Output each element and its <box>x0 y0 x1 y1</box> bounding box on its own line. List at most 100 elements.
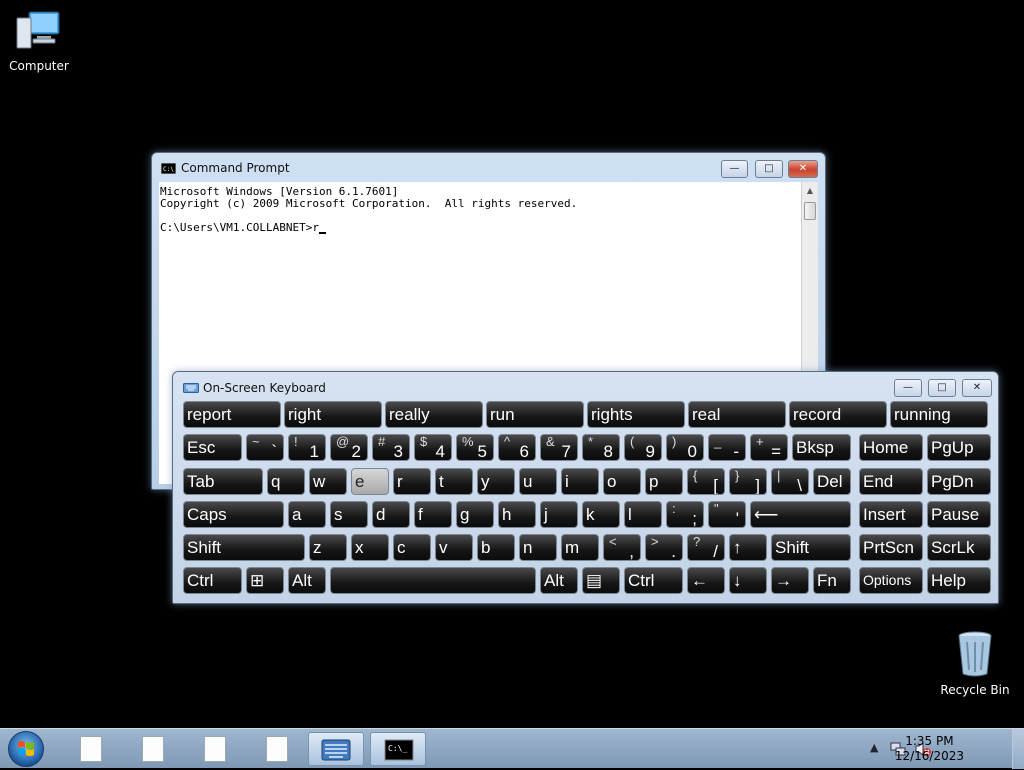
key-symbol[interactable]: ← <box>687 567 725 594</box>
key-f[interactable]: f <box>414 501 452 528</box>
key-scrlk[interactable]: ScrLk <box>927 534 991 561</box>
system-clock[interactable]: 1:35 PM 12/16/2023 <box>895 734 964 764</box>
taskbar-pinned-document-2[interactable] <box>124 732 180 766</box>
key-symbol[interactable]: :; <box>666 501 704 528</box>
key-caps[interactable]: Caps <box>183 501 284 528</box>
key-ctrl[interactable]: Ctrl <box>183 567 242 594</box>
key-1[interactable]: ! 1 <box>288 434 326 461</box>
prediction-running[interactable]: running <box>890 401 988 428</box>
key-symbol[interactable]: >. <box>645 534 683 561</box>
key-symbol[interactable]: | \ <box>771 468 809 495</box>
prediction-report[interactable]: report <box>183 401 281 428</box>
key-tab[interactable]: Tab <box>183 468 263 495</box>
key-symbol[interactable]: ⟵ <box>750 501 851 528</box>
key-alt[interactable]: Alt <box>288 567 326 594</box>
key-space[interactable] <box>330 567 536 594</box>
key-l[interactable]: l <box>624 501 662 528</box>
key-symbol[interactable]: ⊞ <box>246 567 284 594</box>
key-symbol[interactable]: {[ <box>687 468 725 495</box>
taskbar-on-screen-keyboard[interactable] <box>308 732 364 766</box>
key-e[interactable]: e <box>351 468 389 495</box>
close-button[interactable]: ✕ <box>962 379 992 397</box>
key-shift[interactable]: Shift <box>183 534 305 561</box>
key-6[interactable]: ^ 6 <box>498 434 536 461</box>
key-symbol[interactable]: → <box>771 567 809 594</box>
key-q[interactable]: q <box>267 468 305 495</box>
key-r[interactable]: r <box>393 468 431 495</box>
key-m[interactable]: m <box>561 534 599 561</box>
key-symbol[interactable]: ▤ <box>582 567 620 594</box>
key-4[interactable]: $4 <box>414 434 452 461</box>
key-z[interactable]: z <box>309 534 347 561</box>
show-hidden-icons-button[interactable]: ▲ <box>870 741 878 754</box>
close-button[interactable]: ✕ <box>788 160 818 178</box>
maximize-button[interactable]: □ <box>928 379 956 397</box>
key-9[interactable]: (9 <box>624 434 662 461</box>
scroll-thumb[interactable] <box>804 202 816 220</box>
desktop-icon-recycle-bin[interactable]: Recycle Bin <box>940 630 1010 697</box>
key-home[interactable]: Home <box>859 434 923 461</box>
key-n[interactable]: n <box>519 534 557 561</box>
key-symbol[interactable]: <, <box>603 534 641 561</box>
key-pgdn[interactable]: PgDn <box>927 468 991 495</box>
key-pgup[interactable]: PgUp <box>927 434 991 461</box>
key-alt[interactable]: Alt <box>540 567 578 594</box>
minimize-button[interactable]: — <box>721 160 748 178</box>
key-o[interactable]: o <box>603 468 641 495</box>
key-fn[interactable]: Fn <box>813 567 851 594</box>
key-d[interactable]: d <box>372 501 410 528</box>
key-3[interactable]: #3 <box>372 434 410 461</box>
key-0[interactable]: ) 0 <box>666 434 704 461</box>
on-screen-keyboard-window[interactable]: On-Screen Keyboard — □ ✕ report right real… <box>172 371 999 604</box>
key-symbol[interactable]: ? / <box>687 534 725 561</box>
scroll-up-arrow-icon[interactable]: ▲ <box>802 182 818 199</box>
prediction-record[interactable]: record <box>789 401 887 428</box>
key-symbol[interactable]: _ - <box>708 434 746 461</box>
desktop-icon-computer[interactable]: Computer <box>8 10 70 73</box>
key-i[interactable]: i <box>561 468 599 495</box>
key-del[interactable]: Del <box>813 468 851 495</box>
key-s[interactable]: s <box>330 501 368 528</box>
key-esc[interactable]: Esc <box>183 434 242 461</box>
title-bar[interactable]: C:\ Command Prompt — □ ✕ <box>152 153 825 181</box>
key-end[interactable]: End <box>859 468 923 495</box>
prediction-rights[interactable]: rights <box>587 401 685 428</box>
key-p[interactable]: p <box>645 468 683 495</box>
key-symbol[interactable]: + = <box>750 434 788 461</box>
taskbar-pinned-document-3[interactable] <box>186 732 242 766</box>
key-symbol[interactable]: ↓ <box>729 567 767 594</box>
key-b[interactable]: b <box>477 534 515 561</box>
prediction-real[interactable]: real <box>688 401 786 428</box>
key-shift[interactable]: Shift <box>771 534 851 561</box>
key-v[interactable]: v <box>435 534 473 561</box>
key-2[interactable]: @2 <box>330 434 368 461</box>
key-symbol[interactable]: }] <box>729 468 767 495</box>
key-k[interactable]: k <box>582 501 620 528</box>
key-g[interactable]: g <box>456 501 494 528</box>
key-u[interactable]: u <box>519 468 557 495</box>
key-h[interactable]: h <box>498 501 536 528</box>
prediction-right[interactable]: right <box>284 401 382 428</box>
taskbar-command-prompt[interactable]: C:\_ <box>370 732 426 766</box>
start-button[interactable] <box>8 731 44 767</box>
key-bksp[interactable]: Bksp <box>792 434 851 461</box>
key-help[interactable]: Help <box>927 567 991 594</box>
key-ctrl[interactable]: Ctrl <box>624 567 683 594</box>
taskbar-pinned-document-1[interactable] <box>62 732 118 766</box>
key-options[interactable]: Options <box>859 567 923 594</box>
title-bar[interactable]: On-Screen Keyboard — □ ✕ <box>173 372 998 400</box>
key-prtscn[interactable]: PrtScn <box>859 534 923 561</box>
key-c[interactable]: c <box>393 534 431 561</box>
key-symbol[interactable]: " ' <box>708 501 746 528</box>
key-symbol[interactable]: ↑ <box>729 534 767 561</box>
key-symbol[interactable]: ~ ` <box>246 434 284 461</box>
prediction-really[interactable]: really <box>385 401 483 428</box>
key-insert[interactable]: Insert <box>859 501 923 528</box>
key-y[interactable]: y <box>477 468 515 495</box>
prediction-run[interactable]: run <box>486 401 584 428</box>
key-5[interactable]: % 5 <box>456 434 494 461</box>
key-a[interactable]: a <box>288 501 326 528</box>
key-pause[interactable]: Pause <box>927 501 991 528</box>
maximize-button[interactable]: □ <box>755 160 783 178</box>
taskbar-pinned-document-4[interactable] <box>248 732 304 766</box>
